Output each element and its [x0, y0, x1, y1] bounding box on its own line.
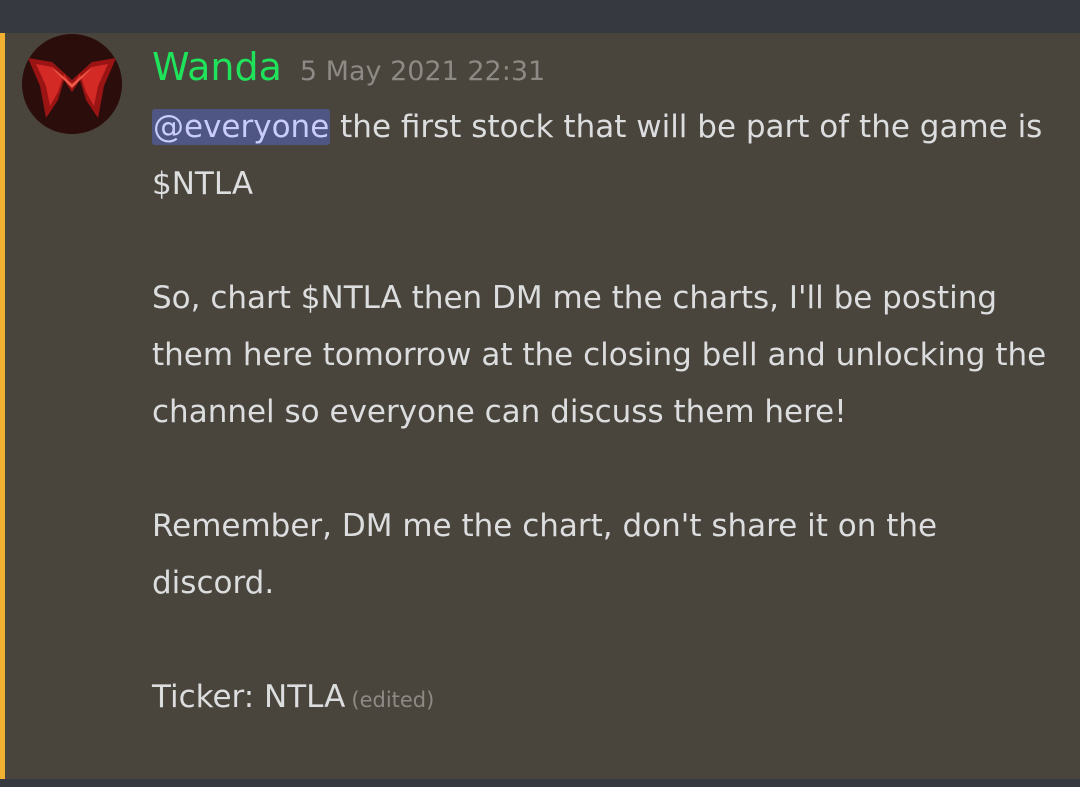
timestamp[interactable]: 5 May 2021 22:31	[300, 56, 545, 87]
scarlet-witch-crown-icon	[22, 34, 122, 134]
top-strip	[0, 0, 1080, 33]
message-header: Wanda 5 May 2021 22:31	[152, 41, 1067, 97]
edited-label: (edited)	[351, 688, 435, 712]
message-item[interactable]: Wanda 5 May 2021 22:31 @everyone the fir…	[0, 33, 1080, 779]
avatar[interactable]	[22, 34, 122, 134]
message-body: @everyone the first stock that will be p…	[152, 99, 1067, 729]
paragraph-3: Remember, DM me the chart, don't share i…	[152, 508, 938, 601]
everyone-mention[interactable]: @everyone	[152, 109, 331, 145]
ticker-text: Ticker: NTLA	[152, 679, 346, 715]
paragraph-4: Ticker: NTLA (edited)	[152, 669, 1067, 729]
username[interactable]: Wanda	[152, 41, 282, 93]
message-content: Wanda 5 May 2021 22:31 @everyone the fir…	[152, 41, 1067, 729]
bottom-strip	[0, 779, 1080, 787]
mention-highlight-bar	[0, 33, 5, 779]
paragraph-1: @everyone the first stock that will be p…	[152, 99, 1067, 213]
paragraph-2: So, chart $NTLA then DM me the charts, I…	[152, 280, 1047, 430]
